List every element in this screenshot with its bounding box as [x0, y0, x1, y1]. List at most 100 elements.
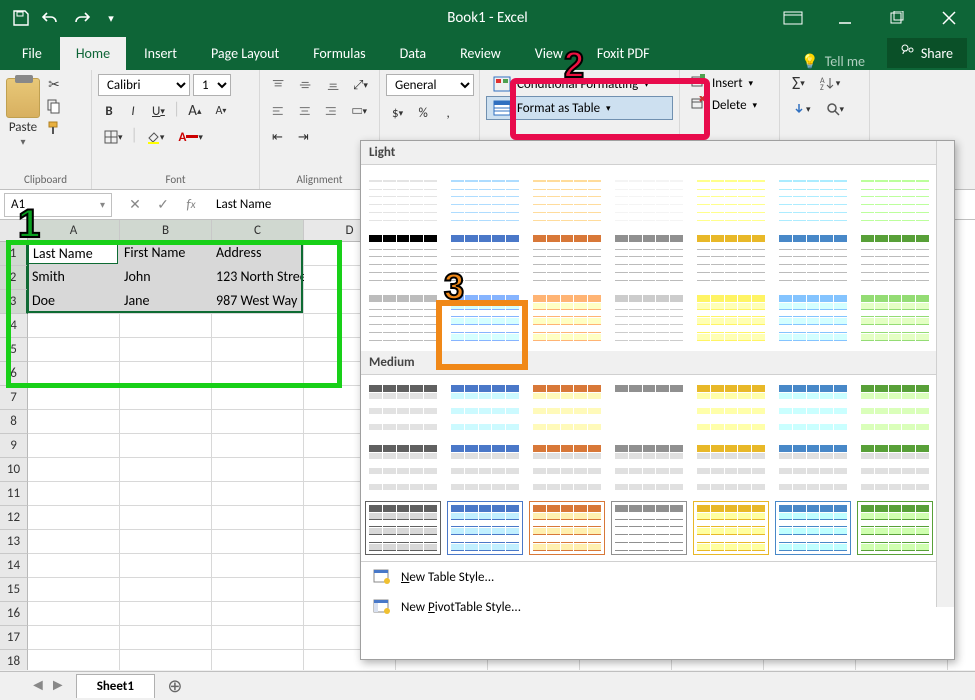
cell-A4[interactable] [28, 314, 120, 338]
cancel-formula-icon[interactable]: ✕ [122, 193, 148, 217]
format-painter-icon[interactable] [42, 118, 66, 138]
col-header-A[interactable]: A [28, 220, 120, 242]
cell-C8[interactable] [212, 410, 304, 434]
cell-A16[interactable] [28, 602, 120, 626]
cell-B11[interactable] [120, 482, 212, 506]
row-header-4[interactable]: 4 [0, 314, 28, 338]
row-header-2[interactable]: 2 [0, 266, 28, 290]
maximize-button[interactable] [871, 0, 923, 36]
cell-A13[interactable] [28, 530, 120, 554]
table-style-swatch[interactable] [447, 501, 523, 555]
share-button[interactable]: Share [887, 38, 967, 68]
table-style-swatch[interactable] [775, 501, 851, 555]
cell-C4[interactable] [212, 314, 304, 338]
cell-C7[interactable] [212, 386, 304, 410]
cell-A7[interactable] [28, 386, 120, 410]
cell-C12[interactable] [212, 506, 304, 530]
cell-B9[interactable] [120, 434, 212, 458]
cell-A12[interactable] [28, 506, 120, 530]
table-style-swatch[interactable] [447, 441, 523, 495]
table-style-swatch[interactable] [857, 291, 933, 345]
fill-button[interactable]: ▾ [786, 98, 817, 120]
align-left-icon[interactable] [266, 100, 290, 122]
paste-button[interactable]: Paste ▾ [6, 74, 40, 148]
new-pivot-style-item[interactable]: New PivotTable Style... [361, 592, 954, 622]
table-style-swatch[interactable] [693, 171, 769, 225]
cell-C11[interactable] [212, 482, 304, 506]
undo-icon[interactable] [38, 5, 64, 31]
cell-C10[interactable] [212, 458, 304, 482]
row-header-10[interactable]: 10 [0, 458, 28, 482]
align-right-icon[interactable] [319, 100, 343, 122]
cell-B15[interactable] [120, 578, 212, 602]
cell-B14[interactable] [120, 554, 212, 578]
row-header-9[interactable]: 9 [0, 434, 28, 458]
row-header-14[interactable]: 14 [0, 554, 28, 578]
cell-A6[interactable] [28, 362, 120, 386]
cell-B13[interactable] [120, 530, 212, 554]
align-top-icon[interactable] [266, 74, 290, 96]
row-header-12[interactable]: 12 [0, 506, 28, 530]
cell-C5[interactable] [212, 338, 304, 362]
autosum-button[interactable]: Σ ▾ [786, 72, 811, 94]
cell-A8[interactable] [28, 410, 120, 434]
tab-page-layout[interactable]: Page Layout [195, 37, 295, 70]
cell-C2[interactable]: 123 North Street [212, 266, 304, 290]
cell-C17[interactable] [212, 626, 304, 650]
table-style-swatch[interactable] [693, 231, 769, 285]
col-header-C[interactable]: C [212, 220, 304, 242]
cell-A14[interactable] [28, 554, 120, 578]
save-icon[interactable] [8, 5, 34, 31]
row-header-17[interactable]: 17 [0, 626, 28, 650]
cell-B6[interactable] [120, 362, 212, 386]
cell-B7[interactable] [120, 386, 212, 410]
table-style-swatch[interactable] [365, 231, 441, 285]
cell-A5[interactable] [28, 338, 120, 362]
cell-A11[interactable] [28, 482, 120, 506]
cell-A18[interactable] [28, 650, 120, 670]
table-style-swatch[interactable] [775, 171, 851, 225]
cell-B12[interactable] [120, 506, 212, 530]
cell-C18[interactable] [212, 650, 304, 670]
cell-A15[interactable] [28, 578, 120, 602]
qat-customize-icon[interactable]: ▾ [98, 5, 124, 31]
table-style-swatch[interactable] [365, 441, 441, 495]
table-style-swatch[interactable] [857, 171, 933, 225]
align-center-icon[interactable] [293, 100, 317, 122]
row-header-5[interactable]: 5 [0, 338, 28, 362]
cell-C14[interactable] [212, 554, 304, 578]
align-bottom-icon[interactable] [321, 74, 345, 96]
gallery-scrollbar[interactable] [936, 141, 954, 607]
cut-icon[interactable]: ✂ [42, 74, 66, 94]
sheet-prev-icon[interactable]: ◄ [30, 676, 46, 695]
shrink-font-button[interactable]: A▾ [209, 100, 232, 122]
row-header-18[interactable]: 18 [0, 650, 28, 670]
cell-C3[interactable]: 987 West Way [212, 290, 304, 314]
table-style-swatch[interactable] [693, 291, 769, 345]
cell-A10[interactable] [28, 458, 120, 482]
col-header-B[interactable]: B [120, 220, 212, 242]
table-style-swatch[interactable] [857, 231, 933, 285]
format-as-table-button[interactable]: Format as Table▾ [486, 96, 673, 120]
grow-font-button[interactable]: A▴ [182, 100, 207, 122]
row-header-15[interactable]: 15 [0, 578, 28, 602]
comma-button[interactable]: , [437, 102, 459, 124]
font-color-button[interactable]: A▾ [172, 126, 208, 148]
table-style-swatch[interactable] [693, 501, 769, 555]
row-header-7[interactable]: 7 [0, 386, 28, 410]
sheet-next-icon[interactable]: ► [50, 676, 66, 695]
cell-C1[interactable]: Address [212, 242, 304, 266]
table-style-swatch[interactable] [857, 381, 933, 435]
cell-B10[interactable] [120, 458, 212, 482]
table-style-swatch[interactable] [775, 231, 851, 285]
table-style-swatch[interactable] [611, 381, 687, 435]
close-button[interactable] [923, 0, 975, 36]
cell-A9[interactable] [28, 434, 120, 458]
table-style-swatch[interactable] [775, 441, 851, 495]
decrease-indent-icon[interactable]: ⇤ [266, 126, 289, 148]
cell-B3[interactable]: Jane [120, 290, 212, 314]
cell-A17[interactable] [28, 626, 120, 650]
number-format-select[interactable]: General [386, 74, 474, 96]
row-header-8[interactable]: 8 [0, 410, 28, 434]
table-style-swatch[interactable] [365, 291, 441, 345]
